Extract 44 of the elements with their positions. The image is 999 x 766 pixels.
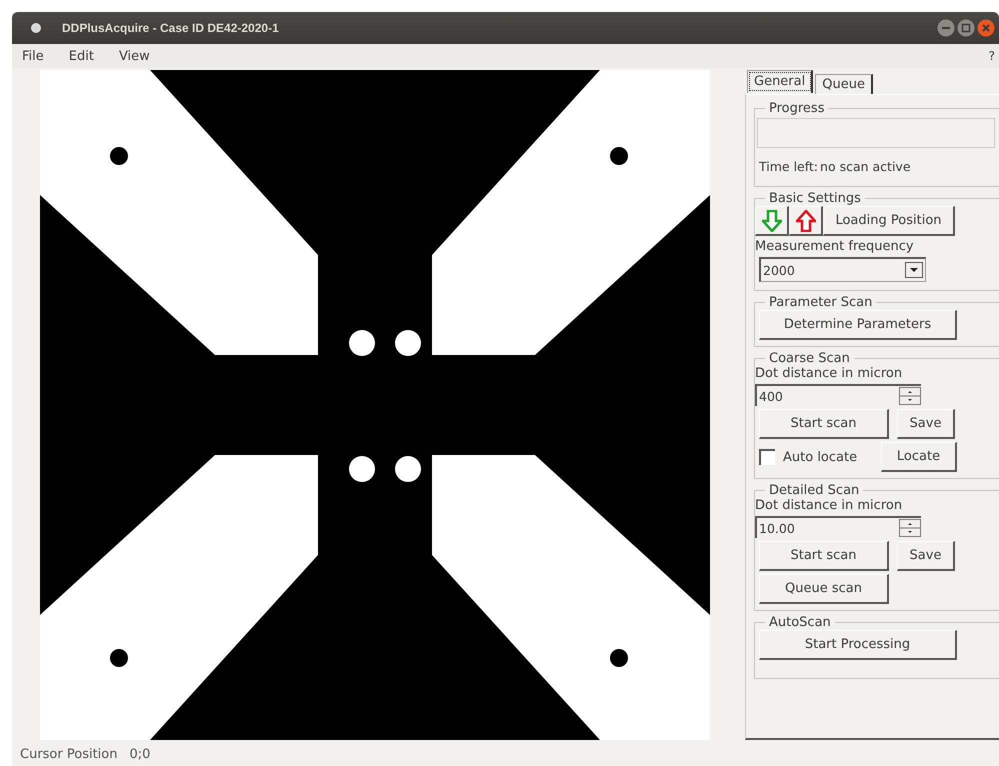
minimize-icon[interactable] bbox=[937, 19, 955, 37]
window-title: DDPlusAcquire - Case ID DE42-2020-1 bbox=[62, 21, 279, 35]
frequency-dropdown[interactable]: 2000 bbox=[759, 257, 926, 282]
queue-scan-button[interactable]: Queue scan bbox=[759, 574, 889, 604]
group-title: AutoScan bbox=[768, 615, 832, 630]
move-down-button[interactable] bbox=[755, 206, 789, 236]
up-arrow-icon bbox=[796, 210, 816, 232]
auto-locate-checkbox[interactable]: Auto locate bbox=[759, 449, 873, 465]
status-value: 0;0 bbox=[129, 746, 150, 762]
menu-item[interactable]: Edit bbox=[68, 48, 94, 64]
time-left-label: Time left: bbox=[759, 159, 818, 174]
dot-distance-spinbox[interactable]: 400 bbox=[755, 384, 921, 406]
group-title: Detailed Scan bbox=[768, 483, 860, 498]
menu-item[interactable]: View bbox=[118, 48, 150, 64]
group-title: Coarse Scan bbox=[768, 351, 851, 366]
frequency-label: Measurement frequency bbox=[755, 239, 914, 254]
loading-position-button[interactable]: Loading Position bbox=[823, 206, 955, 236]
down-arrow-icon bbox=[762, 210, 782, 232]
menu-item[interactable]: File bbox=[22, 48, 44, 64]
dot-distance-spinbox[interactable]: 10.00 bbox=[755, 516, 921, 538]
start-scan-button[interactable]: Start scan bbox=[759, 409, 889, 439]
tab[interactable]: General bbox=[747, 70, 814, 93]
determine-parameters-button[interactable]: Determine Parameters bbox=[759, 310, 957, 340]
group-title: Parameter Scan bbox=[768, 295, 874, 310]
maximize-icon[interactable] bbox=[957, 19, 975, 37]
tab[interactable]: Queue bbox=[815, 74, 873, 94]
dropdown-caret-icon bbox=[905, 262, 923, 278]
save-button[interactable]: Save bbox=[897, 409, 955, 439]
start-processing-button[interactable]: Start Processing bbox=[759, 630, 957, 660]
locate-button[interactable]: Locate bbox=[881, 442, 957, 472]
save-button[interactable]: Save bbox=[897, 541, 955, 571]
group-title: Progress bbox=[768, 101, 826, 116]
group-title: Basic Settings bbox=[768, 191, 862, 206]
start-scan-button[interactable]: Start scan bbox=[759, 541, 889, 571]
help-menu[interactable]: ? bbox=[988, 49, 995, 63]
move-up-button[interactable] bbox=[789, 206, 823, 236]
dot-distance-label: Dot distance in micron bbox=[755, 498, 902, 513]
app-icon bbox=[30, 22, 42, 34]
spin-arrows-icon bbox=[899, 387, 921, 405]
close-icon[interactable] bbox=[977, 19, 995, 37]
status-label: Cursor Position bbox=[20, 746, 118, 762]
time-left-value: no scan active bbox=[820, 159, 911, 174]
spin-arrows-icon bbox=[899, 519, 921, 537]
dot-distance-label: Dot distance in micron bbox=[755, 366, 902, 381]
